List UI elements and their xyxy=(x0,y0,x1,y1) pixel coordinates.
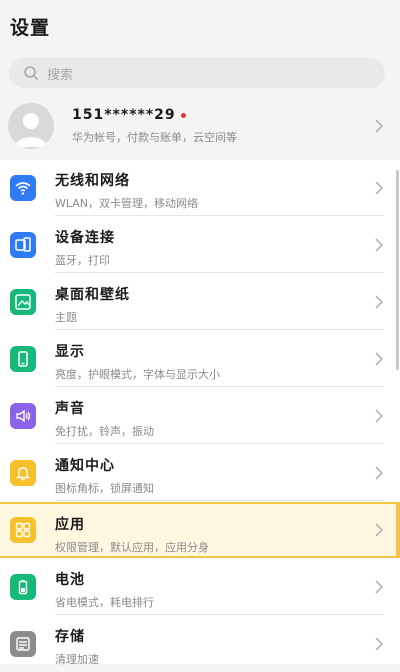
settings-item-label: 存储 xyxy=(55,629,85,645)
settings-item-apps[interactable]: 应用 权限管理，默认应用，应用分身 xyxy=(0,502,400,558)
settings-item-desktop-wallpaper[interactable]: 桌面和壁纸 主题 xyxy=(0,274,400,330)
settings-item-label: 通知中心 xyxy=(55,458,115,474)
settings-item-label: 声音 xyxy=(55,401,85,417)
device-connection-icon xyxy=(10,232,36,258)
avatar xyxy=(8,103,54,149)
chevron-right-icon xyxy=(375,295,384,309)
settings-item-battery[interactable]: 电池 省电模式，耗电排行 xyxy=(0,559,400,615)
chevron-right-icon xyxy=(375,580,384,594)
chevron-right-icon xyxy=(375,352,384,366)
settings-item-label: 应用 xyxy=(55,517,85,533)
account-name-text: 151******29 xyxy=(72,107,176,123)
settings-item-notification-center[interactable]: 通知中心 图标角标，锁屏通知 xyxy=(0,445,400,501)
settings-item-subtitle: WLAN，双卡管理，移动网络 xyxy=(55,197,199,210)
notification-dot xyxy=(180,112,186,118)
display-icon xyxy=(10,346,36,372)
settings-item-subtitle: 主题 xyxy=(55,311,77,324)
settings-item-device-connection[interactable]: 设备连接 蓝牙，打印 xyxy=(0,217,400,273)
settings-item-subtitle: 蓝牙，打印 xyxy=(55,254,110,267)
storage-icon xyxy=(10,631,36,657)
settings-item-subtitle: 省电模式，耗电排行 xyxy=(55,596,154,609)
search-bar[interactable]: 搜索 xyxy=(9,58,385,88)
chevron-right-icon xyxy=(375,238,384,252)
settings-item-label: 显示 xyxy=(55,344,85,360)
settings-item-label: 电池 xyxy=(55,572,85,588)
chevron-right-icon xyxy=(375,119,384,133)
account-name: 151******29 xyxy=(72,107,237,123)
settings-item-label: 桌面和壁纸 xyxy=(55,287,130,303)
settings-item-wireless[interactable]: 无线和网络 WLAN，双卡管理，移动网络 xyxy=(0,160,400,216)
chevron-right-icon xyxy=(375,466,384,480)
settings-item-subtitle: 权限管理，默认应用，应用分身 xyxy=(55,541,209,554)
wifi-icon xyxy=(10,175,36,201)
notification-icon xyxy=(10,460,36,486)
page-title: 设置 xyxy=(10,17,51,39)
account-subtitle: 华为帐号，付款与账单，云空间等 xyxy=(72,131,237,144)
chevron-right-icon xyxy=(375,637,384,651)
battery-icon xyxy=(10,574,36,600)
search-icon xyxy=(24,66,38,80)
chevron-right-icon xyxy=(375,181,384,195)
settings-item-label: 设备连接 xyxy=(55,230,115,246)
settings-item-subtitle: 清理加速 xyxy=(55,653,99,666)
settings-item-display[interactable]: 显示 亮度，护眼模式，字体与显示大小 xyxy=(0,331,400,387)
chevron-right-icon xyxy=(375,409,384,423)
settings-list: 无线和网络 WLAN，双卡管理，移动网络 设备连接 蓝牙，打印 桌面和壁纸 主题… xyxy=(0,160,400,666)
chevron-right-icon xyxy=(375,523,384,537)
sound-icon xyxy=(10,403,36,429)
search-placeholder: 搜索 xyxy=(47,67,74,83)
settings-item-label: 无线和网络 xyxy=(55,173,130,189)
settings-item-subtitle: 亮度，护眼模式，字体与显示大小 xyxy=(55,368,220,381)
scrollbar[interactable] xyxy=(396,170,399,370)
wallpaper-icon xyxy=(10,289,36,315)
account-row[interactable]: 151******29 华为帐号，付款与账单，云空间等 xyxy=(0,98,400,154)
settings-item-subtitle: 免打扰，铃声，振动 xyxy=(55,425,154,438)
settings-item-sound[interactable]: 声音 免打扰，铃声，振动 xyxy=(0,388,400,444)
apps-icon xyxy=(10,517,36,543)
settings-item-subtitle: 图标角标，锁屏通知 xyxy=(55,482,154,495)
